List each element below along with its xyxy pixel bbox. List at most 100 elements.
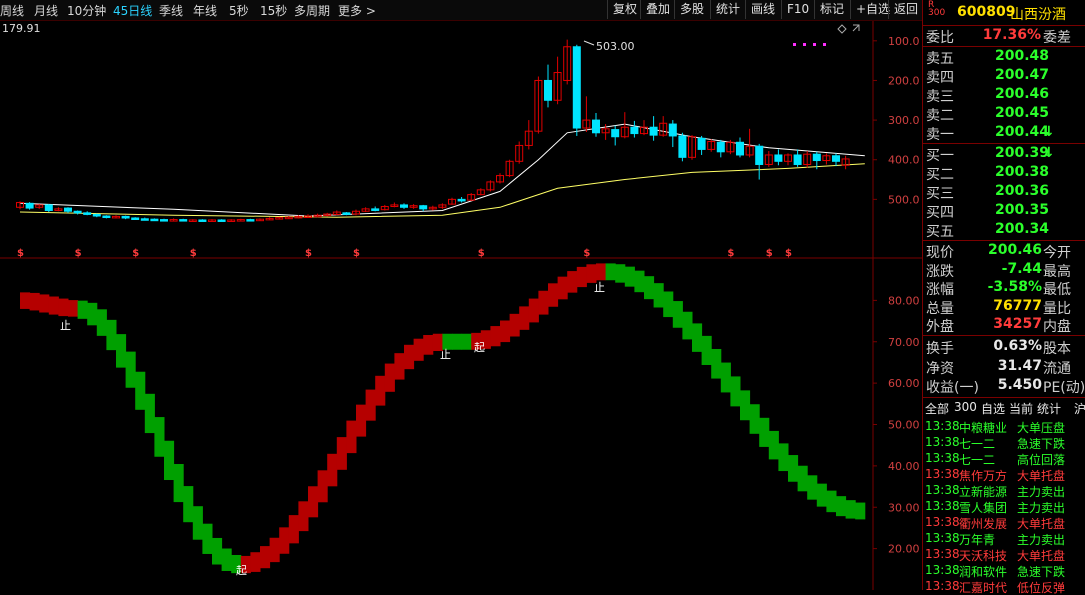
indicator-block — [692, 323, 703, 352]
indicator-block — [500, 320, 511, 343]
buy-level: 买三 200.36 — [926, 183, 1050, 202]
indicator-block — [336, 437, 347, 470]
tab-stats[interactable]: 统计 — [1037, 400, 1061, 417]
candle-body — [832, 155, 840, 162]
alert-item[interactable]: 13:38 焦作万方 大单托盘 — [923, 467, 1085, 483]
indicator-block — [269, 537, 280, 563]
alert-item[interactable]: 13:38 衢州发展 大单托盘 — [923, 515, 1085, 531]
indicator-block — [327, 453, 338, 487]
buy-level: 买五 200.34 — [926, 221, 1050, 240]
indicator-block — [596, 263, 607, 281]
overlay-button[interactable]: 叠加 — [640, 0, 675, 19]
stat-row: 涨幅 -3.58% 最低 — [926, 279, 1071, 299]
candle-body — [131, 217, 140, 220]
indicator-block — [202, 523, 213, 554]
alert-item[interactable]: 13:38 雪人集团 主力卖出 — [923, 499, 1085, 515]
candle-body — [371, 208, 380, 211]
dividend-marker: $ — [75, 248, 82, 259]
peak-price-label: 503.00 — [596, 40, 635, 53]
indicator-tick-label: 30.00 — [888, 501, 920, 514]
alert-item[interactable]: 13:38 立新能源 主力卖出 — [923, 483, 1085, 499]
draw-line-button[interactable]: 画线 — [745, 0, 780, 19]
alert-item[interactable]: 13:38 七一二 高位回落 — [923, 451, 1085, 467]
tab-multi-period[interactable]: 多周期 — [294, 2, 330, 19]
stop-signal-label: 止 — [594, 281, 605, 294]
start-signal-label: 起 — [236, 564, 247, 577]
dividend-marker: $ — [727, 248, 734, 259]
alert-item[interactable]: 13:38 汇嘉时代 低位反弹 — [923, 579, 1085, 595]
indicator-block — [298, 501, 309, 532]
indicator-tick-label: 20.00 — [888, 543, 920, 556]
stop-signal-label: 止 — [440, 348, 451, 361]
tab-300[interactable]: 300 — [954, 400, 977, 414]
expand-icon — [852, 24, 860, 32]
indicator-tick-label: 70.00 — [888, 336, 920, 349]
index-badge: R 300 — [928, 0, 946, 18]
statistics-button[interactable]: 统计 — [710, 0, 745, 19]
fund-row: 净资 31.47 流通 — [926, 357, 1071, 377]
alert-item[interactable]: 13:38 七一二 急速下跌 — [923, 435, 1085, 451]
more-periods-button[interactable]: 更多 > — [338, 2, 376, 19]
tab-shanghai[interactable]: 沪 — [1074, 400, 1085, 417]
tab-current[interactable]: 当前 — [1009, 400, 1033, 417]
stock-name: 山西汾酒 — [1010, 7, 1066, 23]
news-tabs: 全部 300 自选 当前 统计 沪 — [923, 400, 1085, 416]
price-tick-label: 200.0 — [888, 74, 920, 87]
indicator-block — [87, 302, 98, 326]
tab-watchlist[interactable]: 自选 — [981, 400, 1005, 417]
indicator-block — [375, 375, 386, 406]
indicator-block — [644, 276, 655, 300]
tab-monthly[interactable]: 月线 — [34, 2, 58, 19]
candle-body — [716, 141, 725, 153]
alert-item[interactable]: 13:38 天沃科技 大单托盘 — [923, 547, 1085, 563]
f10-button[interactable]: F10 — [781, 0, 814, 19]
alert-item[interactable]: 13:38 中粮糖业 大单压盘 — [923, 419, 1085, 435]
indicator-block — [509, 313, 520, 337]
indicator-block — [77, 300, 88, 319]
dividend-marker: $ — [132, 248, 139, 259]
tab-weekly[interactable]: 周线 — [0, 2, 24, 19]
candle-body — [342, 212, 351, 215]
indicator-block — [20, 292, 31, 309]
indicator-tick-label: 40.00 — [888, 460, 920, 473]
tab-10min[interactable]: 10分钟 — [67, 2, 106, 19]
tab-15sec[interactable]: 15秒 — [260, 2, 287, 19]
indicator-block — [423, 334, 434, 355]
price-tick-label: 500.0 — [888, 193, 920, 206]
back-button[interactable]: 返回 — [888, 0, 923, 19]
quote-panel: R 300 600809 山西汾酒 委比 17.36% 委差 卖五 200.48 卖四… — [922, 0, 1085, 595]
candle-body — [678, 135, 687, 158]
stat-row: 外盘 34257 内盘 — [926, 316, 1071, 336]
candle-body — [457, 198, 466, 202]
kline-chart[interactable]: 500.0 400.0 300.0 200.0 100.0 20.00 30.00 40.00… — [0, 21, 922, 590]
weibi-row: 委比 17.36% 委差 — [926, 27, 1071, 46]
candle-body — [400, 204, 408, 208]
indicator-block — [384, 363, 395, 392]
tab-quarterly[interactable]: 季线 — [159, 2, 183, 19]
multi-stock-button[interactable]: 多股 — [674, 0, 709, 19]
indicator-block — [346, 420, 357, 454]
tab-45day[interactable]: 45日线 — [113, 2, 152, 19]
tab-yearly[interactable]: 年线 — [193, 2, 217, 19]
indicator-block — [768, 430, 779, 460]
indicator-block — [279, 527, 290, 554]
candle-body — [160, 219, 168, 222]
fuquan-button[interactable]: 复权 — [607, 0, 642, 19]
candle-body — [217, 219, 226, 222]
indicator-block — [605, 263, 616, 281]
indicator-block — [797, 465, 808, 492]
alert-item[interactable]: 13:38 润和软件 急速下跌 — [923, 563, 1085, 579]
indicator-block — [154, 417, 165, 457]
tab-5sec[interactable]: 5秒 — [229, 2, 249, 19]
indicator-block — [317, 470, 328, 503]
indicator-block — [29, 292, 40, 311]
mark-button[interactable]: 标记 — [814, 0, 849, 19]
sell-level: 卖五 200.48 — [926, 48, 1050, 67]
candle-body — [44, 204, 53, 211]
buy-level: 买四 200.35 — [926, 202, 1050, 221]
tab-all[interactable]: 全部 — [925, 400, 949, 417]
alert-item[interactable]: 13:38 万年青 主力卖出 — [923, 531, 1085, 547]
indicator-block — [96, 309, 107, 336]
price-tick-label: 300.0 — [888, 114, 920, 127]
candle-body — [544, 79, 552, 101]
